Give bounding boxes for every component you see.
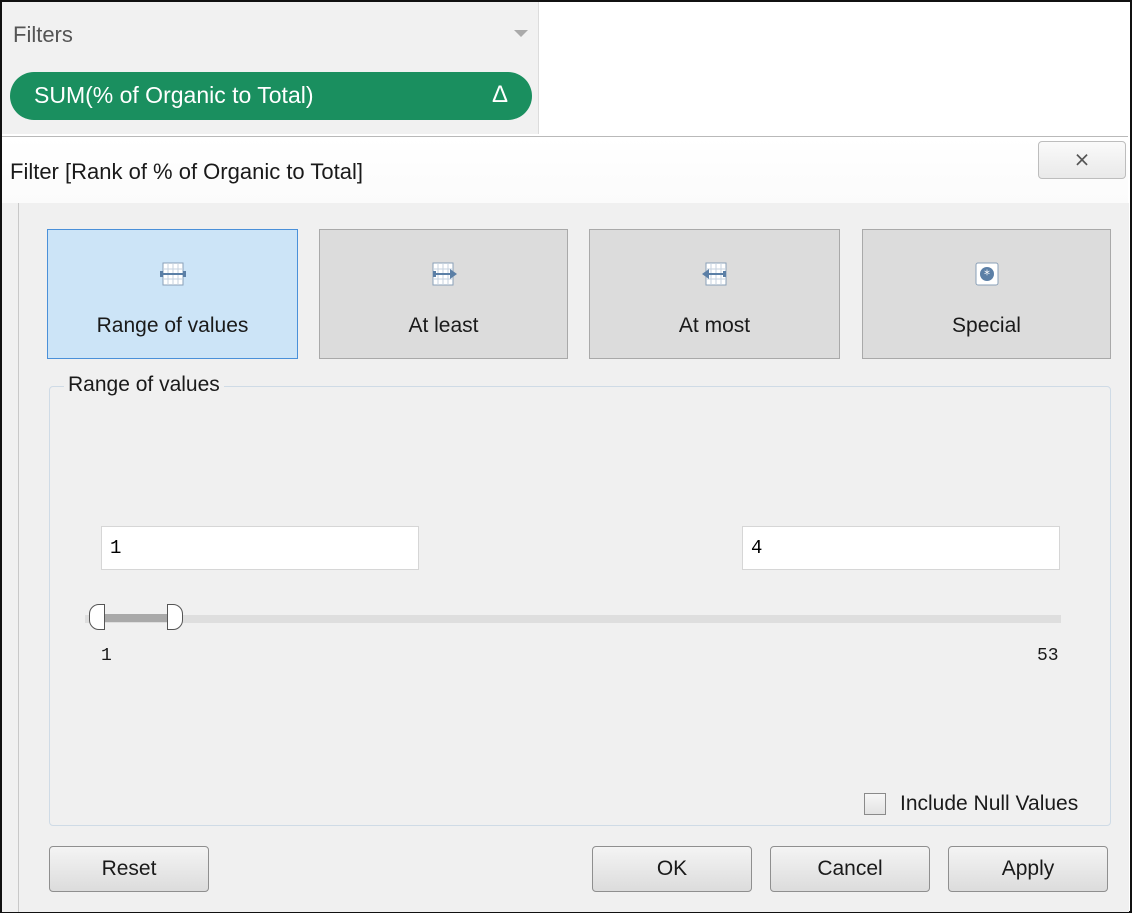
cancel-button[interactable]: Cancel [770,846,930,892]
tab-at-least[interactable]: At least [319,229,568,359]
tab-label: Special [952,314,1021,337]
range-group: Range of values [49,373,1111,826]
include-null-checkbox[interactable] [864,793,886,815]
dialog-title: Filter [Rank of % of Organic to Total] [10,159,363,184]
filter-dialog: Filter [Rank of % of Organic to Total] ⨯… [2,136,1129,912]
dialog-body: Range of values At least At most * Speci… [18,203,1129,912]
tab-range-of-values[interactable]: Range of values [47,229,298,359]
at-least-icon [432,262,457,286]
range-slider-min-handle[interactable] [89,604,105,630]
range-min-label: 1 [101,646,112,666]
close-button[interactable]: ⨯ [1038,141,1126,179]
dialog-titlebar: Filter [Rank of % of Organic to Total] ⨯ [2,137,1128,203]
range-slider-max-handle[interactable] [167,604,183,630]
filters-shelf: Filters SUM(% of Organic to Total) Δ [2,2,539,134]
tab-label: Range of values [96,314,249,337]
filter-pill[interactable]: SUM(% of Organic to Total) Δ [10,72,532,120]
tab-label: At least [408,314,479,337]
reset-button[interactable]: Reset [49,846,209,892]
close-icon: ⨯ [1073,149,1091,171]
tab-special[interactable]: * Special [862,229,1111,359]
range-slider-selection [99,614,173,622]
range-icon [159,262,186,286]
filters-title: Filters [13,22,73,47]
ok-button[interactable]: OK [592,846,752,892]
filter-pill-label: SUM(% of Organic to Total) [34,82,314,108]
chevron-down-icon[interactable] [514,30,528,37]
delta-icon: Δ [491,81,508,108]
include-null-label: Include Null Values [900,792,1079,815]
range-slider-track[interactable] [85,615,1061,623]
range-max-label: 53 [1037,646,1059,666]
group-title: Range of values [64,373,224,397]
special-icon: * [975,262,998,286]
apply-button[interactable]: Apply [948,846,1108,892]
min-value-input[interactable] [101,526,419,570]
tab-at-most[interactable]: At most [589,229,840,359]
max-value-input[interactable] [742,526,1060,570]
svg-text:*: * [984,268,990,282]
at-most-icon [701,262,726,286]
tab-label: At most [678,314,751,337]
